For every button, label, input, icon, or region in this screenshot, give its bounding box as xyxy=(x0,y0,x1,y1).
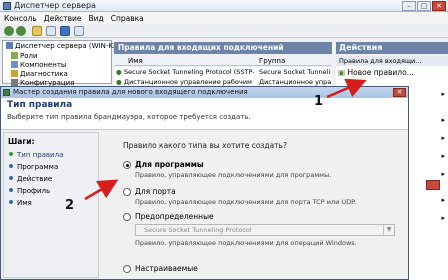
annotation-overlay xyxy=(84,78,367,201)
annotation-number-2: 2 xyxy=(65,198,75,213)
annotation-arrow-2 xyxy=(84,179,119,201)
annotation-arrow-1 xyxy=(326,78,367,99)
annotation-number-1: 1 xyxy=(314,94,324,109)
